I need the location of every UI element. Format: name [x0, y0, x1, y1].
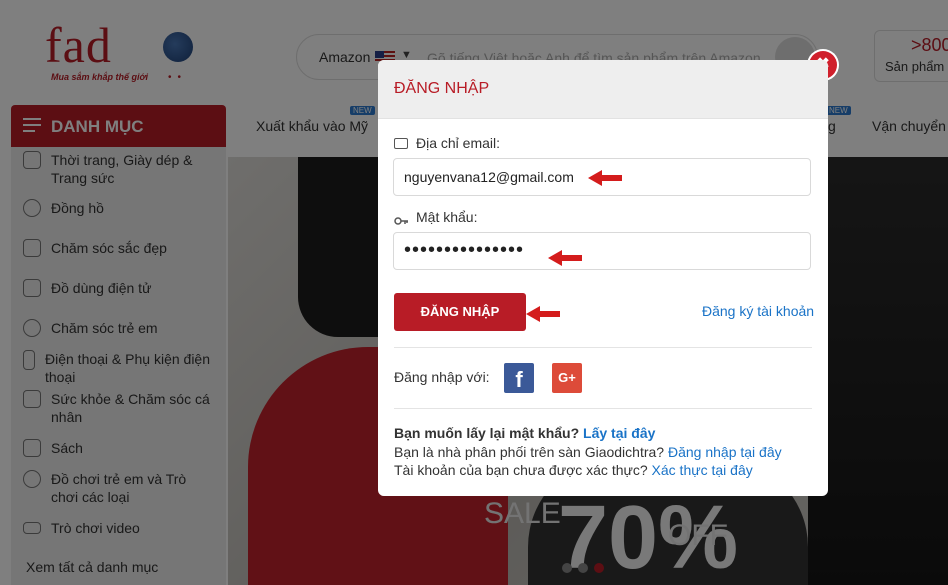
unverified-row: Tài khoản của bạn chưa được xác thực? Xá… [394, 462, 753, 478]
email-label: Địa chỉ email: [416, 135, 501, 151]
modal-header: ĐĂNG NHẬP [378, 60, 828, 119]
unverified-text: Tài khoản của bạn chưa được xác thực? [394, 462, 648, 478]
password-label-row: Mật khẩu: [394, 209, 477, 225]
key-icon [394, 213, 408, 225]
verify-link[interactable]: Xác thực tại đây [652, 462, 753, 478]
social-login-label: Đăng nhập với: [394, 369, 490, 385]
email-label-row: Địa chỉ email: [394, 135, 500, 151]
annotation-arrow-icon [548, 250, 582, 266]
facebook-login-button[interactable]: f [504, 363, 534, 393]
google-plus-login-button[interactable]: G+ [552, 363, 582, 393]
distributor-login-link[interactable]: Đăng nhập tại đây [668, 444, 782, 460]
distributor-text: Bạn là nhà phân phối trên sàn Giaodichtr… [394, 444, 665, 460]
divider [394, 347, 812, 348]
login-modal: ĐĂNG NHẬP Địa chỉ email: nguyenvana12@gm… [378, 60, 828, 496]
annotation-arrow-icon [526, 306, 560, 322]
password-label: Mật khẩu: [416, 209, 478, 225]
login-button[interactable]: ĐĂNG NHẬP [394, 293, 526, 331]
forgot-password-link[interactable]: Lấy tại đây [583, 425, 655, 441]
modal-title: ĐĂNG NHẬP [394, 80, 490, 97]
forgot-password-text: Bạn muốn lấy lại mật khẩu? [394, 425, 580, 441]
password-field[interactable]: ••••••••••••••• [393, 232, 811, 270]
divider [394, 408, 812, 409]
distributor-row: Bạn là nhà phân phối trên sàn Giaodichtr… [394, 444, 782, 460]
register-link[interactable]: Đăng ký tài khoản [702, 303, 814, 319]
annotation-arrow-icon [588, 170, 622, 186]
forgot-password-row: Bạn muốn lấy lại mật khẩu? Lấy tại đây [394, 425, 655, 441]
envelope-icon [394, 137, 408, 149]
